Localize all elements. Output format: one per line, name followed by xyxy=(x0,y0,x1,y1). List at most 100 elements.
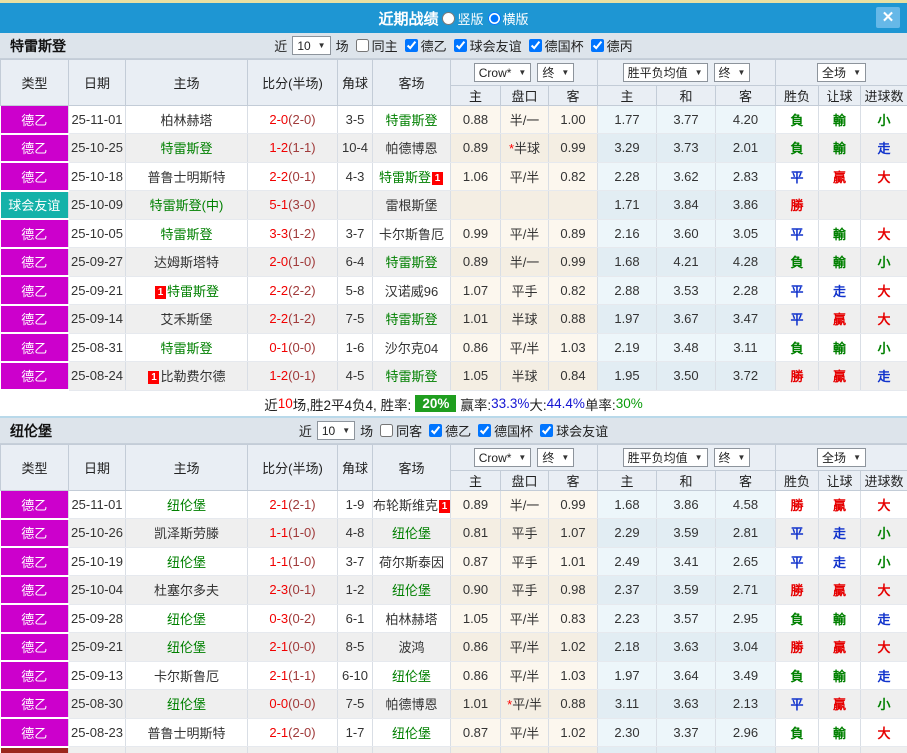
scope-select[interactable]: 全场 ▼ xyxy=(817,63,866,82)
halftime-score: (1-2) xyxy=(288,311,316,327)
chevron-down-icon: ▼ xyxy=(737,68,746,77)
outcome-result-cell: 平 xyxy=(775,162,820,191)
away-team-cell: 雷根斯堡 xyxy=(372,190,451,220)
draw-avg-cell: 3.63 xyxy=(656,632,716,662)
chevron-down-icon: ▼ xyxy=(561,67,570,77)
corner-cell: 5-8 xyxy=(337,276,373,305)
score-cell: 1-2(1-1) xyxy=(247,133,338,163)
away-team-cell: 特雷斯登 xyxy=(372,361,451,391)
away-odds-cell: 1.03 xyxy=(548,661,598,690)
league-checkbox[interactable] xyxy=(429,424,443,437)
away-odds-cell: 0.98 xyxy=(548,575,598,605)
result-avg-select[interactable]: 胜平负均值 ▼ xyxy=(622,448,708,467)
handicap-text: 平/半 xyxy=(512,697,542,713)
select-label: Crow* xyxy=(478,450,512,465)
handicap-result-cell: 走 xyxy=(818,518,862,548)
handicap-result-cell: 輸 xyxy=(818,105,862,134)
odds-final-select[interactable]: 终 ▼ xyxy=(537,447,575,467)
column-header: 比分(半场) xyxy=(247,59,338,106)
date-cell: 25-08-16 xyxy=(68,746,126,753)
handicap-text: 半球 xyxy=(514,141,541,157)
handicap-result-cell: 輸 xyxy=(818,219,862,248)
home-team-cell: 1 特雷斯登 xyxy=(125,276,248,305)
scope-select[interactable]: 全场 ▼ xyxy=(817,448,866,467)
league-checkbox[interactable] xyxy=(404,39,418,52)
result-avg-select[interactable]: 胜平负均值 ▼ xyxy=(622,63,708,82)
corner-cell: 4-5 xyxy=(337,361,373,391)
fulltime-score: 5-1 xyxy=(269,197,289,213)
away-team-cell: 纽伦堡 xyxy=(372,575,451,605)
goals-result-cell: 小 xyxy=(860,689,907,719)
home-team-name: 特雷斯登 xyxy=(160,340,213,356)
league-type-cell: 德乙 xyxy=(0,490,69,520)
radio-horizontal-layout[interactable]: 横版 xyxy=(487,9,529,28)
league-checkbox[interactable] xyxy=(528,39,542,52)
league-type-cell: 德乙 xyxy=(0,133,69,163)
away-team-name: 帕德博恩 xyxy=(385,697,438,713)
corner-cell: 2-7 xyxy=(337,746,373,753)
result-group-header: 全场 ▼ xyxy=(775,59,907,86)
home-avg-cell: 1.68 xyxy=(597,490,657,519)
home-avg-cell: 1.71 xyxy=(597,190,657,220)
home-team-cell: 纽伦堡 xyxy=(125,689,248,719)
score-cell: 2-0(1-0) xyxy=(247,247,338,277)
home-team-name: 杜塞尔多夫 xyxy=(153,583,219,599)
title-bar: 近期战绩 竖版 横版 ✕ xyxy=(0,0,907,33)
league-checkbox[interactable] xyxy=(478,424,492,437)
away-odds-cell: 0.89 xyxy=(548,219,598,248)
same-venue-checkbox[interactable] xyxy=(355,39,369,52)
away-odds-cell: 0.88 xyxy=(548,304,598,334)
home-odds-cell: 0.87 xyxy=(450,718,501,747)
away-odds-cell: 0.84 xyxy=(548,361,598,391)
sub-column-header: 进球数 xyxy=(860,85,907,106)
handicap-text: 半球 xyxy=(511,312,538,328)
away-team-name: 卡尔斯鲁厄 xyxy=(378,226,444,242)
score-cell: 2-1(1-1) xyxy=(247,661,338,690)
match-count-select[interactable]: 10 ▼ xyxy=(292,36,331,55)
home-team-cell: 纽伦堡 xyxy=(125,604,248,633)
halftime-score: (1-0) xyxy=(288,525,316,541)
outcome-result-cell: 勝 xyxy=(775,632,820,662)
league-checkbox[interactable] xyxy=(453,39,467,52)
away-team-name: 波鸿 xyxy=(398,640,425,656)
vertical-radio-icon[interactable] xyxy=(442,11,456,25)
fulltime-score: 2-1 xyxy=(269,667,289,683)
select-label: 10 xyxy=(321,423,336,438)
league-checkbox[interactable] xyxy=(590,39,604,52)
bookmaker-select[interactable]: Crow* ▼ xyxy=(473,448,532,468)
away-avg-cell: 2.81 xyxy=(715,518,777,548)
outcome-result-cell: 負 xyxy=(775,604,820,633)
away-avg-cell: 4.58 xyxy=(715,490,777,519)
outcome-result-cell: 負 xyxy=(775,333,820,362)
corner-cell: 6-1 xyxy=(337,604,373,633)
bookmaker-select[interactable]: Crow* ▼ xyxy=(473,63,532,83)
avg-final-select[interactable]: 终 ▼ xyxy=(713,63,751,82)
home-avg-cell: 2.16 xyxy=(597,219,657,248)
same-venue-checkbox[interactable] xyxy=(380,424,394,437)
match-row: 球会友谊 25-10-09 特雷斯登(中) 5-1(3-0) 雷根斯堡 1.71 3.84 3… xyxy=(0,190,907,220)
corner-cell: 7-5 xyxy=(337,689,373,719)
handicap-result-cell: 走 xyxy=(818,547,862,576)
home-team-cell: 特雷斯登(中) xyxy=(125,190,248,220)
date-cell: 25-10-09 xyxy=(68,190,126,220)
halftime-score: (0-1) xyxy=(288,582,316,598)
home-team-name: 普鲁士明斯特 xyxy=(147,169,226,185)
radio-vertical-layout[interactable]: 竖版 xyxy=(442,9,484,28)
games-label: 场 xyxy=(335,39,349,54)
match-row: 德国杯25-08-16勒蒂森3-3(2-0)2-7纽伦堡0.88*一/球半0.8… xyxy=(0,746,907,753)
date-cell: 25-10-25 xyxy=(68,133,126,163)
handicap-text: 平/半 xyxy=(509,611,540,627)
horizontal-radio-icon[interactable] xyxy=(487,11,501,25)
column-header: 类型 xyxy=(0,59,69,106)
avg-final-select[interactable]: 终 ▼ xyxy=(713,448,751,467)
league-checkbox[interactable] xyxy=(540,424,554,437)
home-odds-cell: 0.90 xyxy=(450,575,501,605)
match-count-select[interactable]: 10 ▼ xyxy=(316,421,356,440)
away-avg-cell: 1.37 xyxy=(715,746,777,753)
draw-avg-cell: 3.64 xyxy=(656,661,716,690)
close-icon[interactable]: ✕ xyxy=(876,7,900,28)
corner-cell: 3-5 xyxy=(337,105,373,134)
handicap-result-cell: 贏 xyxy=(818,162,862,191)
away-odds-cell: 0.99 xyxy=(548,247,598,277)
odds-final-select[interactable]: 终 ▼ xyxy=(537,62,575,82)
